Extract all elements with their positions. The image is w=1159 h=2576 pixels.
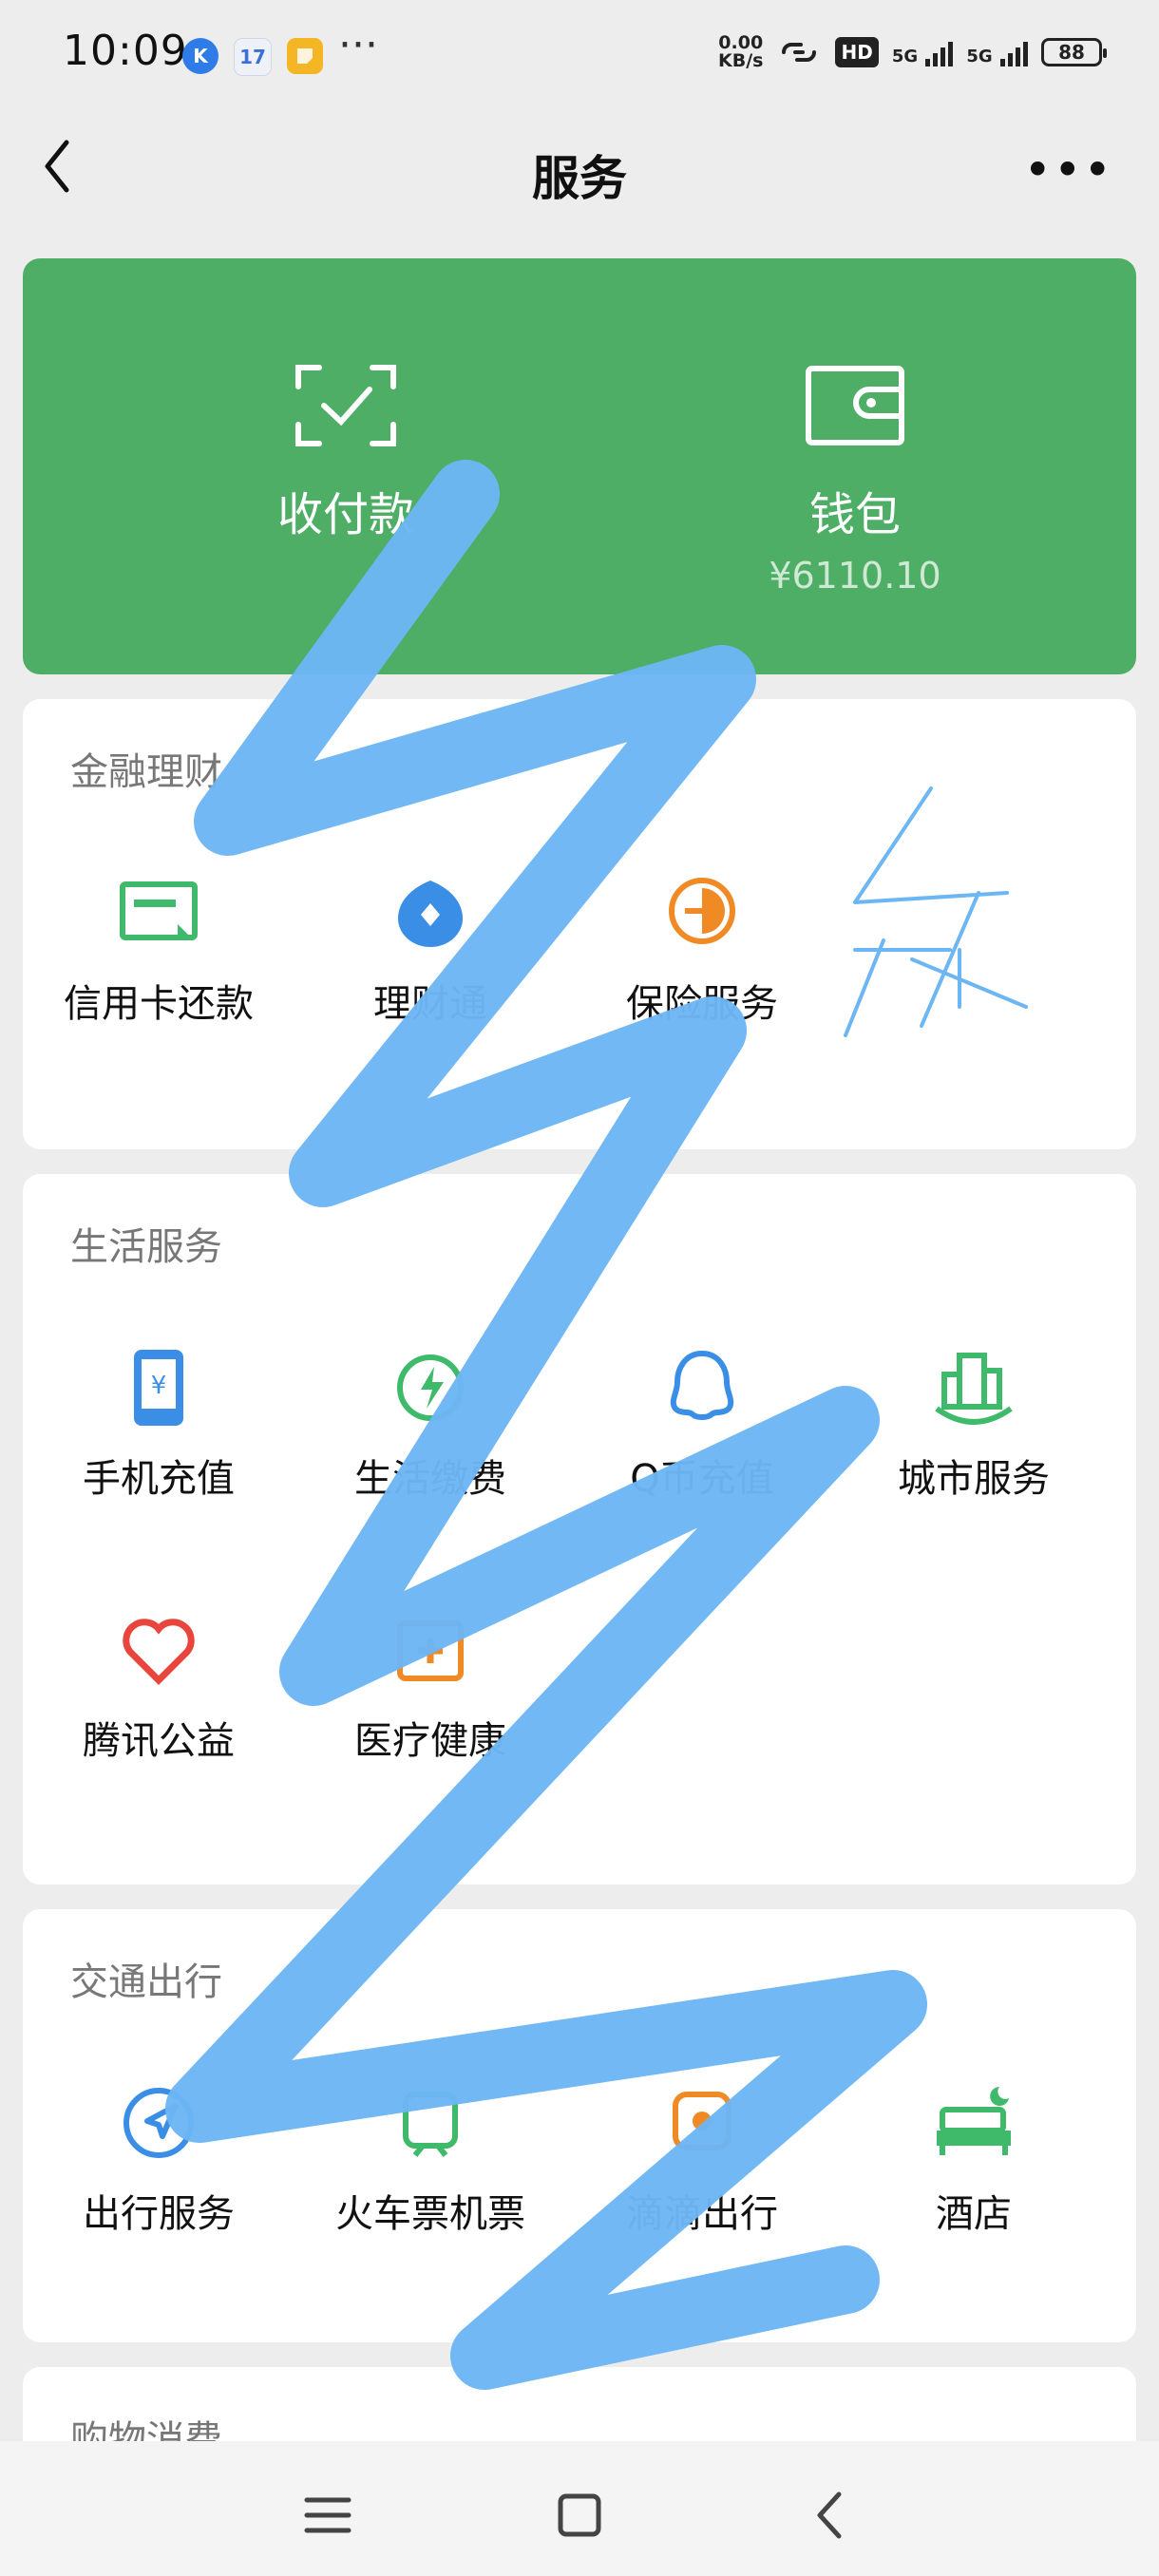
status-bar: 10:09 K 17 ··· 0.00 KB/s HD 5G 5G 88 [0, 0, 1159, 104]
link-icon [782, 43, 817, 62]
section-title: 交通出行 [70, 1960, 222, 2004]
nav-bar: 服务 ••• [0, 104, 1159, 228]
city-services-button[interactable]: 城市服务 [838, 1345, 1110, 1503]
wallet-balance: ¥6110.10 [769, 555, 941, 597]
wallet-icon [806, 366, 904, 445]
net-speed: 0.00 KB/s [718, 32, 764, 71]
train-flight-button[interactable]: 火车票机票 [294, 2080, 566, 2238]
qcoin-recharge-button[interactable]: Q币充值 [566, 1345, 838, 1503]
hotel-icon [931, 2080, 1016, 2166]
receive-payment-button[interactable]: 收付款 [184, 363, 507, 543]
menu-icon[interactable] [299, 2487, 356, 2544]
wallet-label: 钱包 [808, 488, 901, 541]
wealth-icon [388, 870, 473, 956]
scan-check-icon [295, 365, 396, 446]
travel-services-button[interactable]: 出行服务 [23, 2080, 294, 2238]
hd-voice-badge: HD [835, 37, 879, 67]
insurance-button[interactable]: 保险服务 [566, 870, 838, 1028]
svg-text:¥: ¥ [151, 1372, 167, 1400]
hotel-button[interactable]: 酒店 [838, 2080, 1110, 2238]
phone-recharge-icon: ¥ [116, 1345, 201, 1430]
signal-bars-icon [1000, 38, 1028, 66]
notes-app-icon [287, 38, 323, 74]
signal-sim2: 5G [966, 38, 1028, 66]
signal-bars-icon [925, 38, 954, 66]
didi-icon [659, 2080, 745, 2166]
phone-recharge-button[interactable]: ¥ 手机充值 [23, 1345, 294, 1503]
utility-bill-button[interactable]: 生活缴费 [294, 1345, 566, 1503]
ticket-icon [388, 2080, 473, 2166]
wallet-button[interactable]: 钱包 ¥6110.10 [694, 363, 1016, 597]
wealth-button[interactable]: 理财通 [294, 870, 566, 1028]
section-life-services: 生活服务 ¥ 手机充值 生活缴费 Q币充值 城市服务 腾讯公益 医疗健康 [23, 1174, 1136, 1885]
insurance-icon [659, 870, 745, 956]
credit-card-repay-button[interactable]: 信用卡还款 [23, 870, 294, 1028]
charity-icon [116, 1607, 201, 1693]
home-icon[interactable] [551, 2487, 608, 2544]
receive-payment-label: 收付款 [276, 488, 414, 541]
status-indicators: 0.00 KB/s HD 5G 5G 88 [718, 32, 1107, 71]
calendar-app-icon: 17 [234, 38, 272, 76]
battery-icon: 88 [1041, 38, 1107, 66]
section-title: 生活服务 [70, 1225, 222, 1269]
credit-card-icon [116, 870, 201, 956]
section-transport: 交通出行 出行服务 火车票机票 滴滴出行 酒店 [23, 1909, 1136, 2342]
page-title: 服务 [532, 151, 627, 206]
more-options-icon[interactable]: ••• [1024, 142, 1113, 198]
system-nav-bar [0, 2441, 1159, 2576]
medical-health-button[interactable]: 医疗健康 [294, 1607, 566, 1765]
back-icon[interactable] [803, 2487, 860, 2544]
pay-card: 收付款 钱包 ¥6110.10 [23, 258, 1136, 674]
notification-more-icon: ··· [338, 21, 378, 69]
travel-icon [116, 2080, 201, 2166]
utility-bill-icon [388, 1345, 473, 1430]
app-k-icon: K [182, 38, 218, 74]
tencent-charity-button[interactable]: 腾讯公益 [23, 1607, 294, 1765]
section-finance: 金融理财 信用卡还款 理财通 保险服务 [23, 699, 1136, 1149]
status-time: 10:09 [63, 27, 188, 75]
qq-icon [659, 1345, 745, 1430]
didi-button[interactable]: 滴滴出行 [566, 2080, 838, 2238]
section-title: 金融理财 [70, 750, 222, 794]
medical-icon [388, 1607, 473, 1693]
city-icon [931, 1345, 1016, 1430]
signal-sim1: 5G [892, 38, 954, 66]
